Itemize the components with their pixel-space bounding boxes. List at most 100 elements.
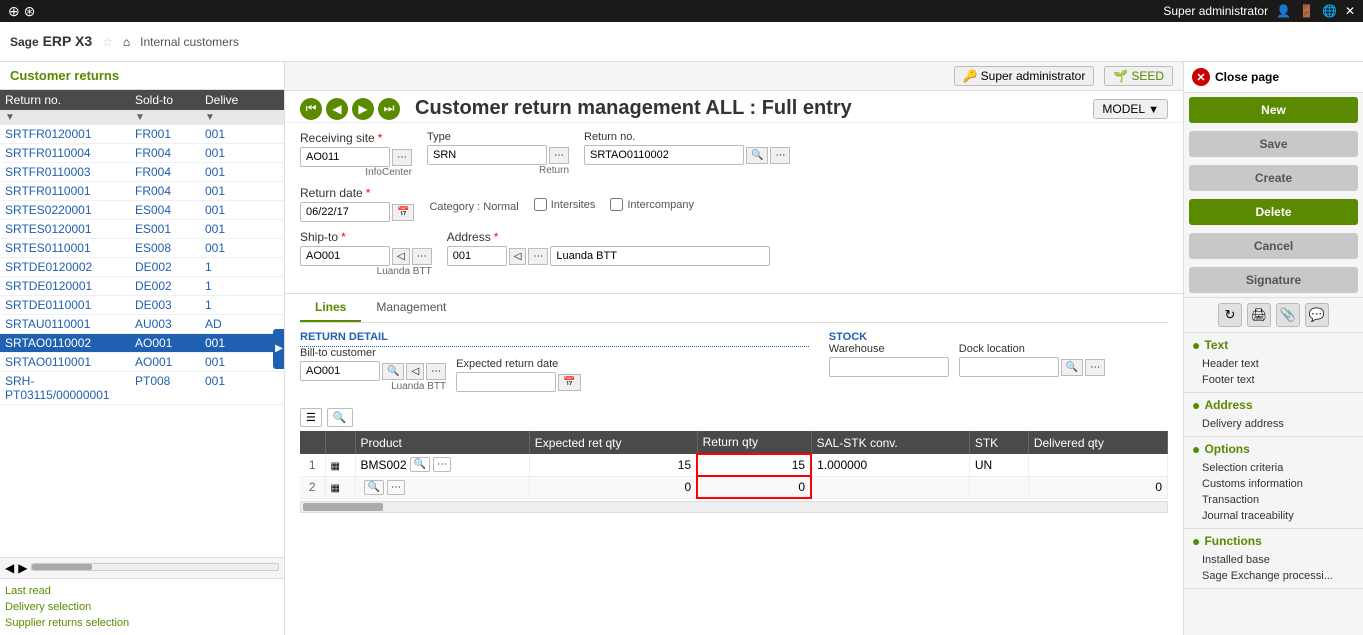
- expected-return-date-cal-btn[interactable]: 📅: [558, 374, 580, 391]
- product-lookup-btn[interactable]: ⋯: [387, 480, 405, 495]
- filter-icon-3[interactable]: ▼: [205, 112, 265, 123]
- return-no-search-btn[interactable]: 🔍: [746, 147, 768, 164]
- attachment-icon[interactable]: 📎: [1276, 303, 1300, 327]
- sidebar-row[interactable]: SRTFR0120001FR001001: [0, 125, 284, 144]
- create-button[interactable]: Create: [1189, 165, 1358, 191]
- sidebar-row[interactable]: SRTES0120001ES001001: [0, 220, 284, 239]
- row-expand-icon[interactable]: ▦: [331, 483, 340, 494]
- dock-location-btn[interactable]: ⋯: [1085, 359, 1105, 376]
- new-button[interactable]: New: [1189, 97, 1358, 123]
- home-icon[interactable]: ⌂: [123, 35, 130, 49]
- sidebar-row[interactable]: SRTDE0110001DE0031: [0, 296, 284, 315]
- sidebar-collapse-arrow[interactable]: ▶: [273, 329, 285, 369]
- ship-to-btn2[interactable]: ⋯: [412, 248, 432, 265]
- panel-item[interactable]: Selection criteria: [1192, 460, 1355, 476]
- return-no-input[interactable]: [584, 145, 744, 165]
- intersites-checkbox[interactable]: [534, 198, 547, 211]
- dock-location-input[interactable]: [959, 357, 1059, 377]
- return-date-calendar-btn[interactable]: 📅: [392, 204, 414, 221]
- sidebar-footer-item[interactable]: Delivery selection: [5, 599, 279, 615]
- main-layout: Customer returns Return no. Sold-to Deli…: [0, 62, 1363, 635]
- scroll-left-icon[interactable]: ◀: [5, 561, 14, 575]
- product-lookup-btn[interactable]: ⋯: [433, 457, 451, 472]
- bill-to-btn2[interactable]: ⋯: [426, 363, 446, 380]
- model-button[interactable]: MODEL ▼: [1093, 99, 1168, 119]
- sidebar-footer-item[interactable]: Last read: [5, 583, 279, 599]
- close-page-icon[interactable]: ✕: [1192, 68, 1210, 86]
- ship-to-btn1[interactable]: ◁: [392, 248, 410, 265]
- tab-management[interactable]: Management: [361, 294, 461, 322]
- product-search-btn[interactable]: 🔍: [364, 480, 384, 495]
- ship-to-input[interactable]: [300, 246, 390, 266]
- sidebar-row[interactable]: SRTAO0110001AO001001: [0, 353, 284, 372]
- sidebar-row[interactable]: SRTES0220001ES004001: [0, 201, 284, 220]
- panel-item[interactable]: Journal traceability: [1192, 508, 1355, 524]
- lines-search-btn[interactable]: 🔍: [327, 408, 353, 427]
- panel-item[interactable]: Installed base: [1192, 552, 1355, 568]
- nav-first-button[interactable]: ⏮: [300, 98, 322, 120]
- address-name-input[interactable]: [550, 246, 770, 266]
- bill-to-btn1[interactable]: ◁: [406, 363, 424, 380]
- row-expand-icon[interactable]: ▦: [331, 461, 340, 472]
- logout-icon[interactable]: 🚪: [1299, 4, 1314, 18]
- type-lookup-btn[interactable]: ⋯: [549, 147, 569, 164]
- intercompany-checkbox[interactable]: [610, 198, 623, 211]
- star-icon[interactable]: ☆: [102, 35, 113, 49]
- tab-lines[interactable]: Lines: [300, 294, 361, 322]
- save-button[interactable]: Save: [1189, 131, 1358, 157]
- sidebar-row[interactable]: SRTFR0110004FR004001: [0, 144, 284, 163]
- address-code-input[interactable]: [447, 246, 507, 266]
- bill-to-input[interactable]: [300, 361, 380, 381]
- scroll-right-icon[interactable]: ▶: [18, 561, 27, 575]
- sidebar-row[interactable]: SRTES0110001ES008001: [0, 239, 284, 258]
- dock-location-search-btn[interactable]: 🔍: [1061, 359, 1083, 376]
- expected-return-date-input[interactable]: [456, 372, 556, 392]
- sidebar-row[interactable]: SRTDE0120001DE0021: [0, 277, 284, 296]
- return-no-lookup-btn[interactable]: ⋯: [770, 147, 790, 164]
- user-icon[interactable]: 👤: [1276, 4, 1291, 18]
- bill-to-search-btn[interactable]: 🔍: [382, 363, 404, 380]
- return-detail-title: RETURN DETAIL: [300, 331, 809, 347]
- panel-item[interactable]: Transaction: [1192, 492, 1355, 508]
- receiving-site-input[interactable]: [300, 147, 390, 167]
- close-icon[interactable]: ✕: [1345, 4, 1355, 18]
- signature-button[interactable]: Signature: [1189, 267, 1358, 293]
- sidebar-row[interactable]: SRTFR0110001FR004001: [0, 182, 284, 201]
- admin-button[interactable]: 🔑 Super administrator: [954, 66, 1095, 86]
- panel-item[interactable]: Footer text: [1192, 372, 1355, 388]
- address-btn2[interactable]: ⋯: [528, 248, 548, 265]
- sidebar-scroll[interactable]: ◀ ▶: [0, 557, 284, 578]
- product-search-btn[interactable]: 🔍: [410, 457, 430, 472]
- delete-button[interactable]: Delete: [1189, 199, 1358, 225]
- table-horizontal-scrollbar[interactable]: [300, 501, 1168, 513]
- sidebar-row[interactable]: SRTFR0110003FR004001: [0, 163, 284, 182]
- return-date-input[interactable]: [300, 202, 390, 222]
- scroll-thumb[interactable]: [303, 503, 383, 511]
- panel-item[interactable]: Customs information: [1192, 476, 1355, 492]
- cancel-button[interactable]: Cancel: [1189, 233, 1358, 259]
- filter-icon-1[interactable]: ▼: [5, 112, 135, 123]
- panel-item[interactable]: Delivery address: [1192, 416, 1355, 432]
- globe-icon[interactable]: 🌐: [1322, 4, 1337, 18]
- nav-prev-button[interactable]: ◀: [326, 98, 348, 120]
- nav-last-button[interactable]: ⏭: [378, 98, 400, 120]
- seed-button[interactable]: 🌱 SEED: [1104, 66, 1173, 86]
- admin-user-label: Super administrator: [1163, 4, 1268, 18]
- receiving-site-lookup-btn[interactable]: ⋯: [392, 149, 412, 166]
- type-input[interactable]: [427, 145, 547, 165]
- sidebar-row[interactable]: SRTAU0110001AU003AD: [0, 315, 284, 334]
- refresh-icon[interactable]: ↻: [1218, 303, 1242, 327]
- warehouse-input[interactable]: [829, 357, 949, 377]
- print-icon[interactable]: 🖨: [1247, 303, 1271, 327]
- filter-icon-2[interactable]: ▼: [135, 112, 205, 123]
- panel-item[interactable]: Sage Exchange processi...: [1192, 568, 1355, 584]
- chat-icon[interactable]: 💬: [1305, 303, 1329, 327]
- nav-next-button[interactable]: ▶: [352, 98, 374, 120]
- sidebar-footer-item[interactable]: Supplier returns selection: [5, 615, 279, 631]
- panel-item[interactable]: Header text: [1192, 356, 1355, 372]
- sidebar-row[interactable]: SRTDE0120002DE0021: [0, 258, 284, 277]
- sidebar-row[interactable]: SRH-PT03115/00000001PT008001: [0, 372, 284, 405]
- sidebar-row[interactable]: SRTAO0110002AO001001: [0, 334, 284, 353]
- lines-grid-view-btn[interactable]: ☰: [300, 408, 322, 427]
- address-btn1[interactable]: ◁: [509, 248, 527, 265]
